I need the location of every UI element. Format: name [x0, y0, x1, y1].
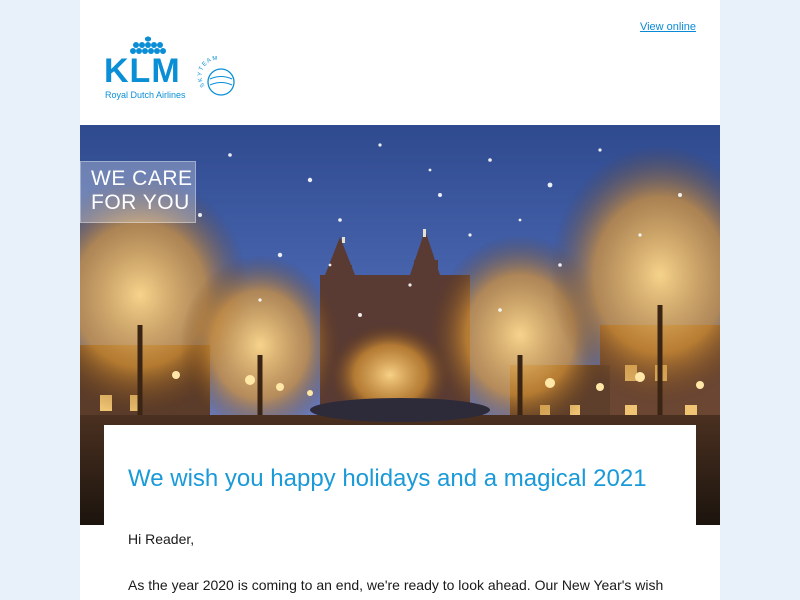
we-care-badge: WE CARE FOR YOU — [80, 161, 196, 223]
skyteam-logo-icon: SKYTEAM — [197, 56, 235, 96]
badge-line2: FOR YOU — [91, 191, 190, 214]
body-paragraph: As the year 2020 is coming to an end, we… — [128, 577, 664, 600]
page-title: We wish you happy holidays and a magical… — [128, 465, 647, 492]
badge-line1: WE CARE — [91, 167, 193, 190]
greeting-text: Hi Reader, — [128, 531, 195, 547]
view-online-link[interactable]: View online — [640, 21, 696, 33]
content-card: We wish you happy holidays and a magical… — [104, 425, 696, 600]
klm-logo[interactable]: KLM Royal Dutch Airlines SKYTEAM — [104, 36, 244, 106]
klm-subtitle: Royal Dutch Airlines — [105, 90, 186, 100]
klm-wordmark: KLM — [104, 52, 181, 90]
email-container: View online KLM Royal Dutch Airlines SKY… — [80, 0, 720, 600]
